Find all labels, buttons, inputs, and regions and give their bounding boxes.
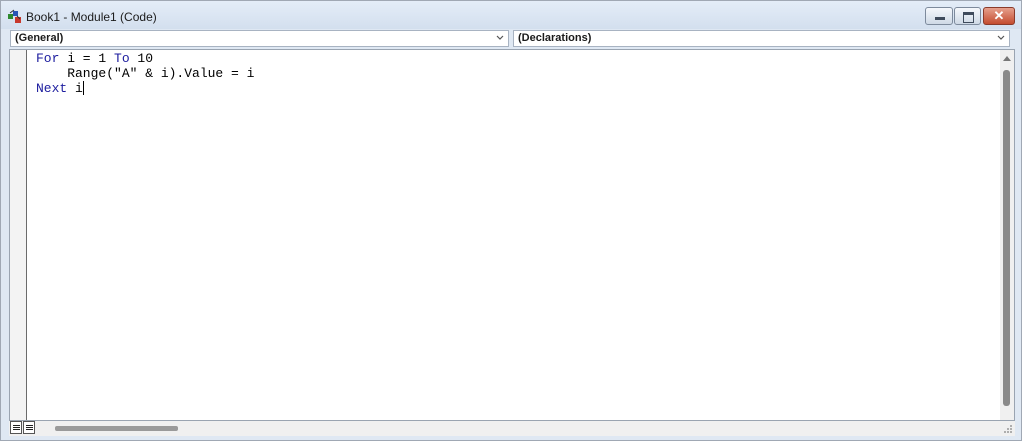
maximize-icon	[963, 12, 974, 23]
code-fragment: i	[67, 81, 83, 96]
chevron-down-icon	[997, 35, 1005, 40]
keyword: For	[36, 51, 60, 66]
procedure-view-icon	[13, 425, 20, 431]
text-cursor	[82, 81, 84, 95]
horizontal-scroll-thumb[interactable]	[55, 426, 178, 431]
margin-indicator-bar[interactable]	[10, 50, 27, 420]
full-module-view-button[interactable]	[23, 421, 35, 434]
code-fragment: Range("A" & i).Value = i	[36, 65, 255, 81]
minimize-icon	[935, 17, 945, 20]
code-text[interactable]: For i = 1 To 10 Range("A" & i).Value = i…	[36, 51, 255, 97]
title-bar[interactable]: Book1 - Module1 (Code) ✕	[1, 1, 1021, 29]
code-window: Book1 - Module1 (Code) ✕ (General) (Decl…	[0, 0, 1022, 441]
procedure-dropdown[interactable]: (Declarations)	[513, 30, 1010, 47]
code-fragment: 10	[129, 51, 154, 66]
vertical-scroll-thumb[interactable]	[1003, 70, 1010, 406]
window-title: Book1 - Module1 (Code)	[26, 10, 157, 24]
procedure-dropdown-value: (Declarations)	[518, 32, 592, 44]
object-dropdown[interactable]: (General)	[10, 30, 509, 47]
vba-module-icon	[8, 9, 21, 23]
procedure-selectors: (General) (Declarations)	[6, 29, 1016, 49]
keyword: To	[114, 51, 130, 66]
maximize-button[interactable]	[954, 7, 981, 25]
close-button[interactable]: ✕	[983, 7, 1015, 25]
bottom-bar	[9, 421, 1015, 436]
code-fragment: i = 1	[59, 51, 115, 66]
vertical-scrollbar[interactable]	[1000, 50, 1014, 420]
code-line: For i = 1 To 10	[36, 51, 254, 67]
code-line: Next i	[36, 81, 254, 97]
resize-grip-icon[interactable]	[1003, 424, 1013, 434]
procedure-view-button[interactable]	[10, 421, 22, 434]
code-line: Range("A" & i).Value = i	[36, 65, 255, 82]
close-icon: ✕	[993, 8, 1005, 23]
chevron-down-icon	[496, 35, 504, 40]
keyword: Next	[36, 81, 68, 96]
scroll-up-icon[interactable]	[1003, 55, 1011, 61]
minimize-button[interactable]	[925, 7, 953, 25]
code-editor[interactable]: For i = 1 To 10 Range("A" & i).Value = i…	[9, 49, 1015, 421]
full-module-view-icon	[26, 425, 33, 431]
object-dropdown-value: (General)	[15, 32, 64, 44]
